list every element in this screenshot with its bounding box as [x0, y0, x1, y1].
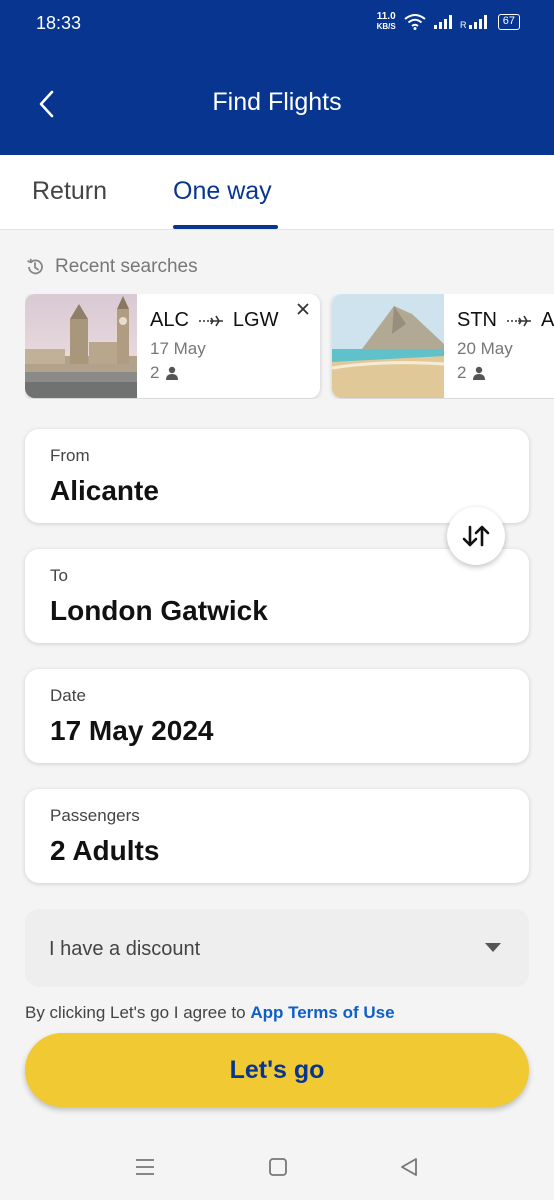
tab-return[interactable]: Return — [32, 177, 107, 206]
roaming-signal-icon: R — [460, 15, 487, 29]
person-icon — [166, 366, 179, 380]
terms-text: By clicking Let's go I agree to — [25, 1003, 251, 1022]
recent-destination: LGW — [232, 309, 279, 331]
recent-passenger-count: 2 — [150, 363, 160, 382]
date-label: Date — [50, 686, 86, 705]
recent-passenger-count: 2 — [457, 363, 467, 382]
passengers-label: Passengers — [50, 806, 140, 825]
lets-go-button[interactable]: Let's go — [25, 1033, 529, 1107]
status-icons: 11.0 KB/S R 67 — [377, 12, 520, 32]
wifi-icon — [404, 14, 426, 30]
tab-one-way[interactable]: One way — [173, 177, 272, 206]
recent-passengers: 2 — [150, 363, 179, 383]
discount-label: I have a discount — [49, 938, 201, 960]
passengers-value: 2 Adults — [50, 835, 160, 866]
system-navigation-bar — [0, 1130, 554, 1200]
recent-route: STN A — [457, 309, 554, 332]
recent-searches-label: Recent searches — [55, 256, 198, 277]
beach-destination-image — [332, 294, 444, 398]
active-tab-indicator — [173, 225, 278, 229]
battery-icon: 67 — [497, 14, 520, 30]
london-destination-image — [25, 294, 137, 398]
network-speed-value: 11.0 — [376, 11, 396, 22]
triangle-back-icon — [401, 1158, 417, 1176]
from-value: Alicante — [50, 475, 159, 506]
flight-route-icon — [198, 315, 223, 326]
home-button[interactable] — [263, 1154, 293, 1180]
from-label: From — [50, 446, 90, 465]
to-field[interactable]: To London Gatwick — [25, 549, 529, 643]
swap-icon — [462, 525, 490, 547]
recent-origin: STN — [457, 309, 497, 331]
swap-airports-button[interactable] — [447, 507, 505, 565]
svg-text:R: R — [460, 20, 467, 29]
signal-icon — [433, 15, 452, 29]
from-field[interactable]: From Alicante — [25, 429, 529, 523]
passengers-field[interactable]: Passengers 2 Adults — [25, 789, 529, 883]
history-icon — [27, 258, 43, 275]
page-title: Find Flights — [212, 88, 342, 116]
recent-passengers: 2 — [457, 363, 486, 383]
app-header: 18:33 11.0 KB/S R 67 Find Flights — [0, 0, 554, 155]
recent-date: 17 May — [150, 339, 206, 358]
recent-date: 20 May — [457, 339, 513, 358]
recent-apps-button[interactable] — [130, 1154, 160, 1180]
recent-searches-heading: Recent searches — [25, 256, 198, 278]
terms-link[interactable]: App Terms of Use — [250, 1003, 394, 1022]
network-speed: 11.0 KB/S — [377, 12, 396, 32]
recent-search-card[interactable]: STN A 20 May 2 — [332, 294, 554, 398]
date-value: 17 May 2024 — [50, 715, 214, 746]
caret-down-icon — [485, 943, 501, 952]
close-icon — [297, 303, 309, 315]
date-field[interactable]: Date 17 May 2024 — [25, 669, 529, 763]
to-label: To — [50, 566, 68, 585]
recent-search-card[interactable]: ALC LGW 17 May 2 — [25, 294, 320, 398]
discount-dropdown[interactable]: I have a discount — [25, 909, 529, 987]
person-icon — [473, 366, 486, 380]
menu-icon — [136, 1159, 154, 1175]
terms-notice: By clicking Let's go I agree to App Term… — [25, 1003, 395, 1023]
home-square-icon — [269, 1158, 287, 1176]
recent-destination: A — [541, 309, 554, 331]
system-back-button[interactable] — [394, 1154, 424, 1180]
recent-searches-carousel[interactable]: ALC LGW 17 May 2 STN A 20 May 2 — [25, 294, 554, 399]
network-speed-unit: KB/S — [376, 22, 396, 31]
trip-type-tabs: Return One way — [0, 155, 554, 230]
status-time: 18:33 — [36, 13, 82, 33]
remove-recent-search-button[interactable] — [296, 300, 310, 322]
recent-route: ALC LGW — [150, 309, 278, 332]
recent-origin: ALC — [150, 309, 189, 331]
to-value: London Gatwick — [50, 595, 268, 626]
flight-route-icon — [507, 315, 531, 326]
